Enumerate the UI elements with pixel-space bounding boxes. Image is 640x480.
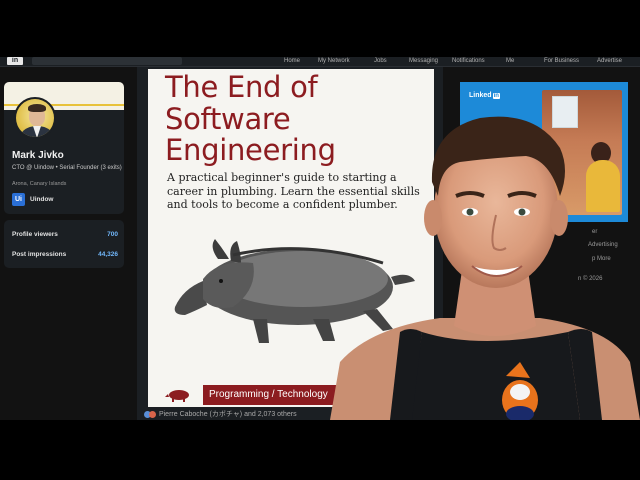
stat-post-impressions[interactable]: Post impressions 44,326 xyxy=(12,249,118,261)
nav-jobs[interactable]: Jobs xyxy=(374,57,387,65)
linkedin-logo-icon[interactable]: in xyxy=(7,57,23,65)
nav-messaging[interactable]: Messaging xyxy=(409,57,438,65)
ad-brand-logo: Linked in xyxy=(469,92,500,99)
company-logo-icon: Ui xyxy=(12,193,25,206)
profile-name[interactable]: Mark Jivko xyxy=(12,150,64,161)
webcam-person-overlay xyxy=(330,116,640,420)
nav-home[interactable]: Home xyxy=(284,57,300,65)
stat-value: 44,326 xyxy=(98,251,118,258)
profile-headline: CTO @ Uindow • Serial Founder (3 exits) xyxy=(12,165,122,171)
profile-location: Arona, Canary Islands xyxy=(12,181,67,187)
profile-stats-card: Profile viewers 700 Post impressions 44,… xyxy=(4,220,124,268)
company-name[interactable]: Uindow xyxy=(30,196,53,203)
love-icon xyxy=(149,410,156,418)
avatar[interactable] xyxy=(14,97,56,139)
nav-my-network[interactable]: My Network xyxy=(318,57,350,65)
stat-value: 700 xyxy=(107,231,118,238)
video-letterbox-top xyxy=(0,0,640,57)
stat-profile-viewers[interactable]: Profile viewers 700 xyxy=(12,229,118,241)
nav-notifications[interactable]: Notifications xyxy=(452,57,485,65)
reactions-text[interactable]: Pierre Caboche (カボチャ) and 2,073 others xyxy=(159,411,297,418)
search-input[interactable] xyxy=(32,57,182,65)
stat-label: Profile viewers xyxy=(12,231,58,238)
top-navigation-bar: in Home My Network Jobs Messaging Notifi… xyxy=(0,57,640,67)
stat-label: Post impressions xyxy=(12,251,67,258)
nav-for-business[interactable]: For Business xyxy=(544,57,579,65)
post-reactions[interactable]: Pierre Caboche (カボチャ) and 2,073 others xyxy=(144,410,344,420)
book-title-line: The End of xyxy=(165,70,318,104)
nav-advertise[interactable]: Advertise xyxy=(597,57,622,65)
publisher-animal-icon xyxy=(165,390,189,402)
video-letterbox-bottom xyxy=(0,420,640,480)
profile-card[interactable]: Mark Jivko CTO @ Uindow • Serial Founder… xyxy=(4,82,124,214)
nav-me[interactable]: Me xyxy=(506,57,514,65)
